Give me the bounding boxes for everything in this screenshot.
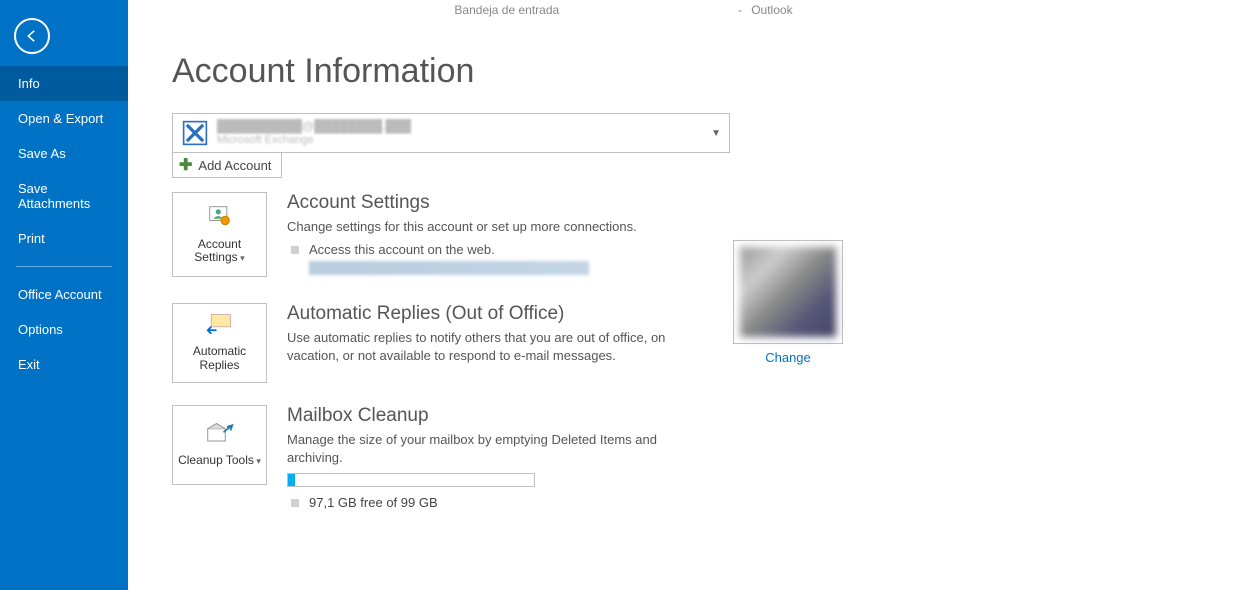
- back-arrow-icon: [23, 27, 41, 45]
- web-access-text: Access this account on the web.: [309, 242, 495, 257]
- nav-separator: [16, 266, 112, 267]
- cleanup-icon: [206, 423, 234, 450]
- account-settings-button[interactable]: Account Settings: [172, 192, 267, 277]
- photo-image: [740, 247, 836, 337]
- nav-save-attachments[interactable]: Save Attachments: [0, 171, 128, 221]
- storage-text: 97,1 GB free of 99 GB: [309, 495, 438, 510]
- exchange-icon: [181, 119, 209, 147]
- account-settings-desc: Change settings for this account or set …: [287, 218, 707, 236]
- nav-exit[interactable]: Exit: [0, 347, 128, 382]
- automatic-replies-button[interactable]: Automatic Replies: [172, 303, 267, 383]
- automatic-replies-label: Automatic Replies: [177, 345, 262, 371]
- account-selector[interactable]: ██████████@████████.███ Microsoft Exchan…: [172, 113, 730, 153]
- nav-open-export[interactable]: Open & Export: [0, 101, 128, 136]
- nav-options[interactable]: Options: [0, 312, 128, 347]
- cleanup-desc: Manage the size of your mailbox by empty…: [287, 431, 707, 467]
- nav-save-as[interactable]: Save As: [0, 136, 128, 171]
- auto-replies-desc: Use automatic replies to notify others t…: [287, 329, 707, 365]
- main-content: Account Information ██████████@████████.…: [128, 0, 1247, 590]
- nav-print[interactable]: Print: [0, 221, 128, 256]
- plus-icon: ✚: [179, 155, 192, 175]
- nav-office-account[interactable]: Office Account: [0, 277, 128, 312]
- cleanup-tools-label: Cleanup Tools: [178, 454, 261, 467]
- storage-progress-fill: [288, 474, 295, 486]
- account-email: ██████████@████████.███: [217, 120, 711, 133]
- auto-reply-icon: [206, 314, 234, 341]
- account-settings-label: Account Settings: [177, 238, 262, 264]
- account-type: Microsoft Exchange: [217, 134, 711, 146]
- chevron-down-icon: ▼: [711, 128, 721, 139]
- bullet-icon: [291, 246, 299, 254]
- account-photo: [733, 240, 843, 344]
- add-account-button[interactable]: ✚ Add Account: [172, 153, 282, 178]
- backstage-sidebar: Info Open & Export Save As Save Attachme…: [0, 0, 128, 590]
- nav-info[interactable]: Info: [0, 66, 128, 101]
- add-account-label: Add Account: [198, 158, 271, 173]
- back-button[interactable]: [14, 18, 50, 54]
- change-photo-link[interactable]: Change: [765, 350, 811, 365]
- account-settings-heading: Account Settings: [287, 192, 1203, 214]
- cleanup-heading: Mailbox Cleanup: [287, 405, 1203, 427]
- cleanup-tools-button[interactable]: Cleanup Tools: [172, 405, 267, 485]
- page-title: Account Information: [172, 52, 1203, 91]
- web-access-link[interactable]: [309, 261, 589, 275]
- storage-progress: [287, 473, 535, 487]
- person-gear-icon: [206, 205, 234, 234]
- bullet-icon: [291, 499, 299, 507]
